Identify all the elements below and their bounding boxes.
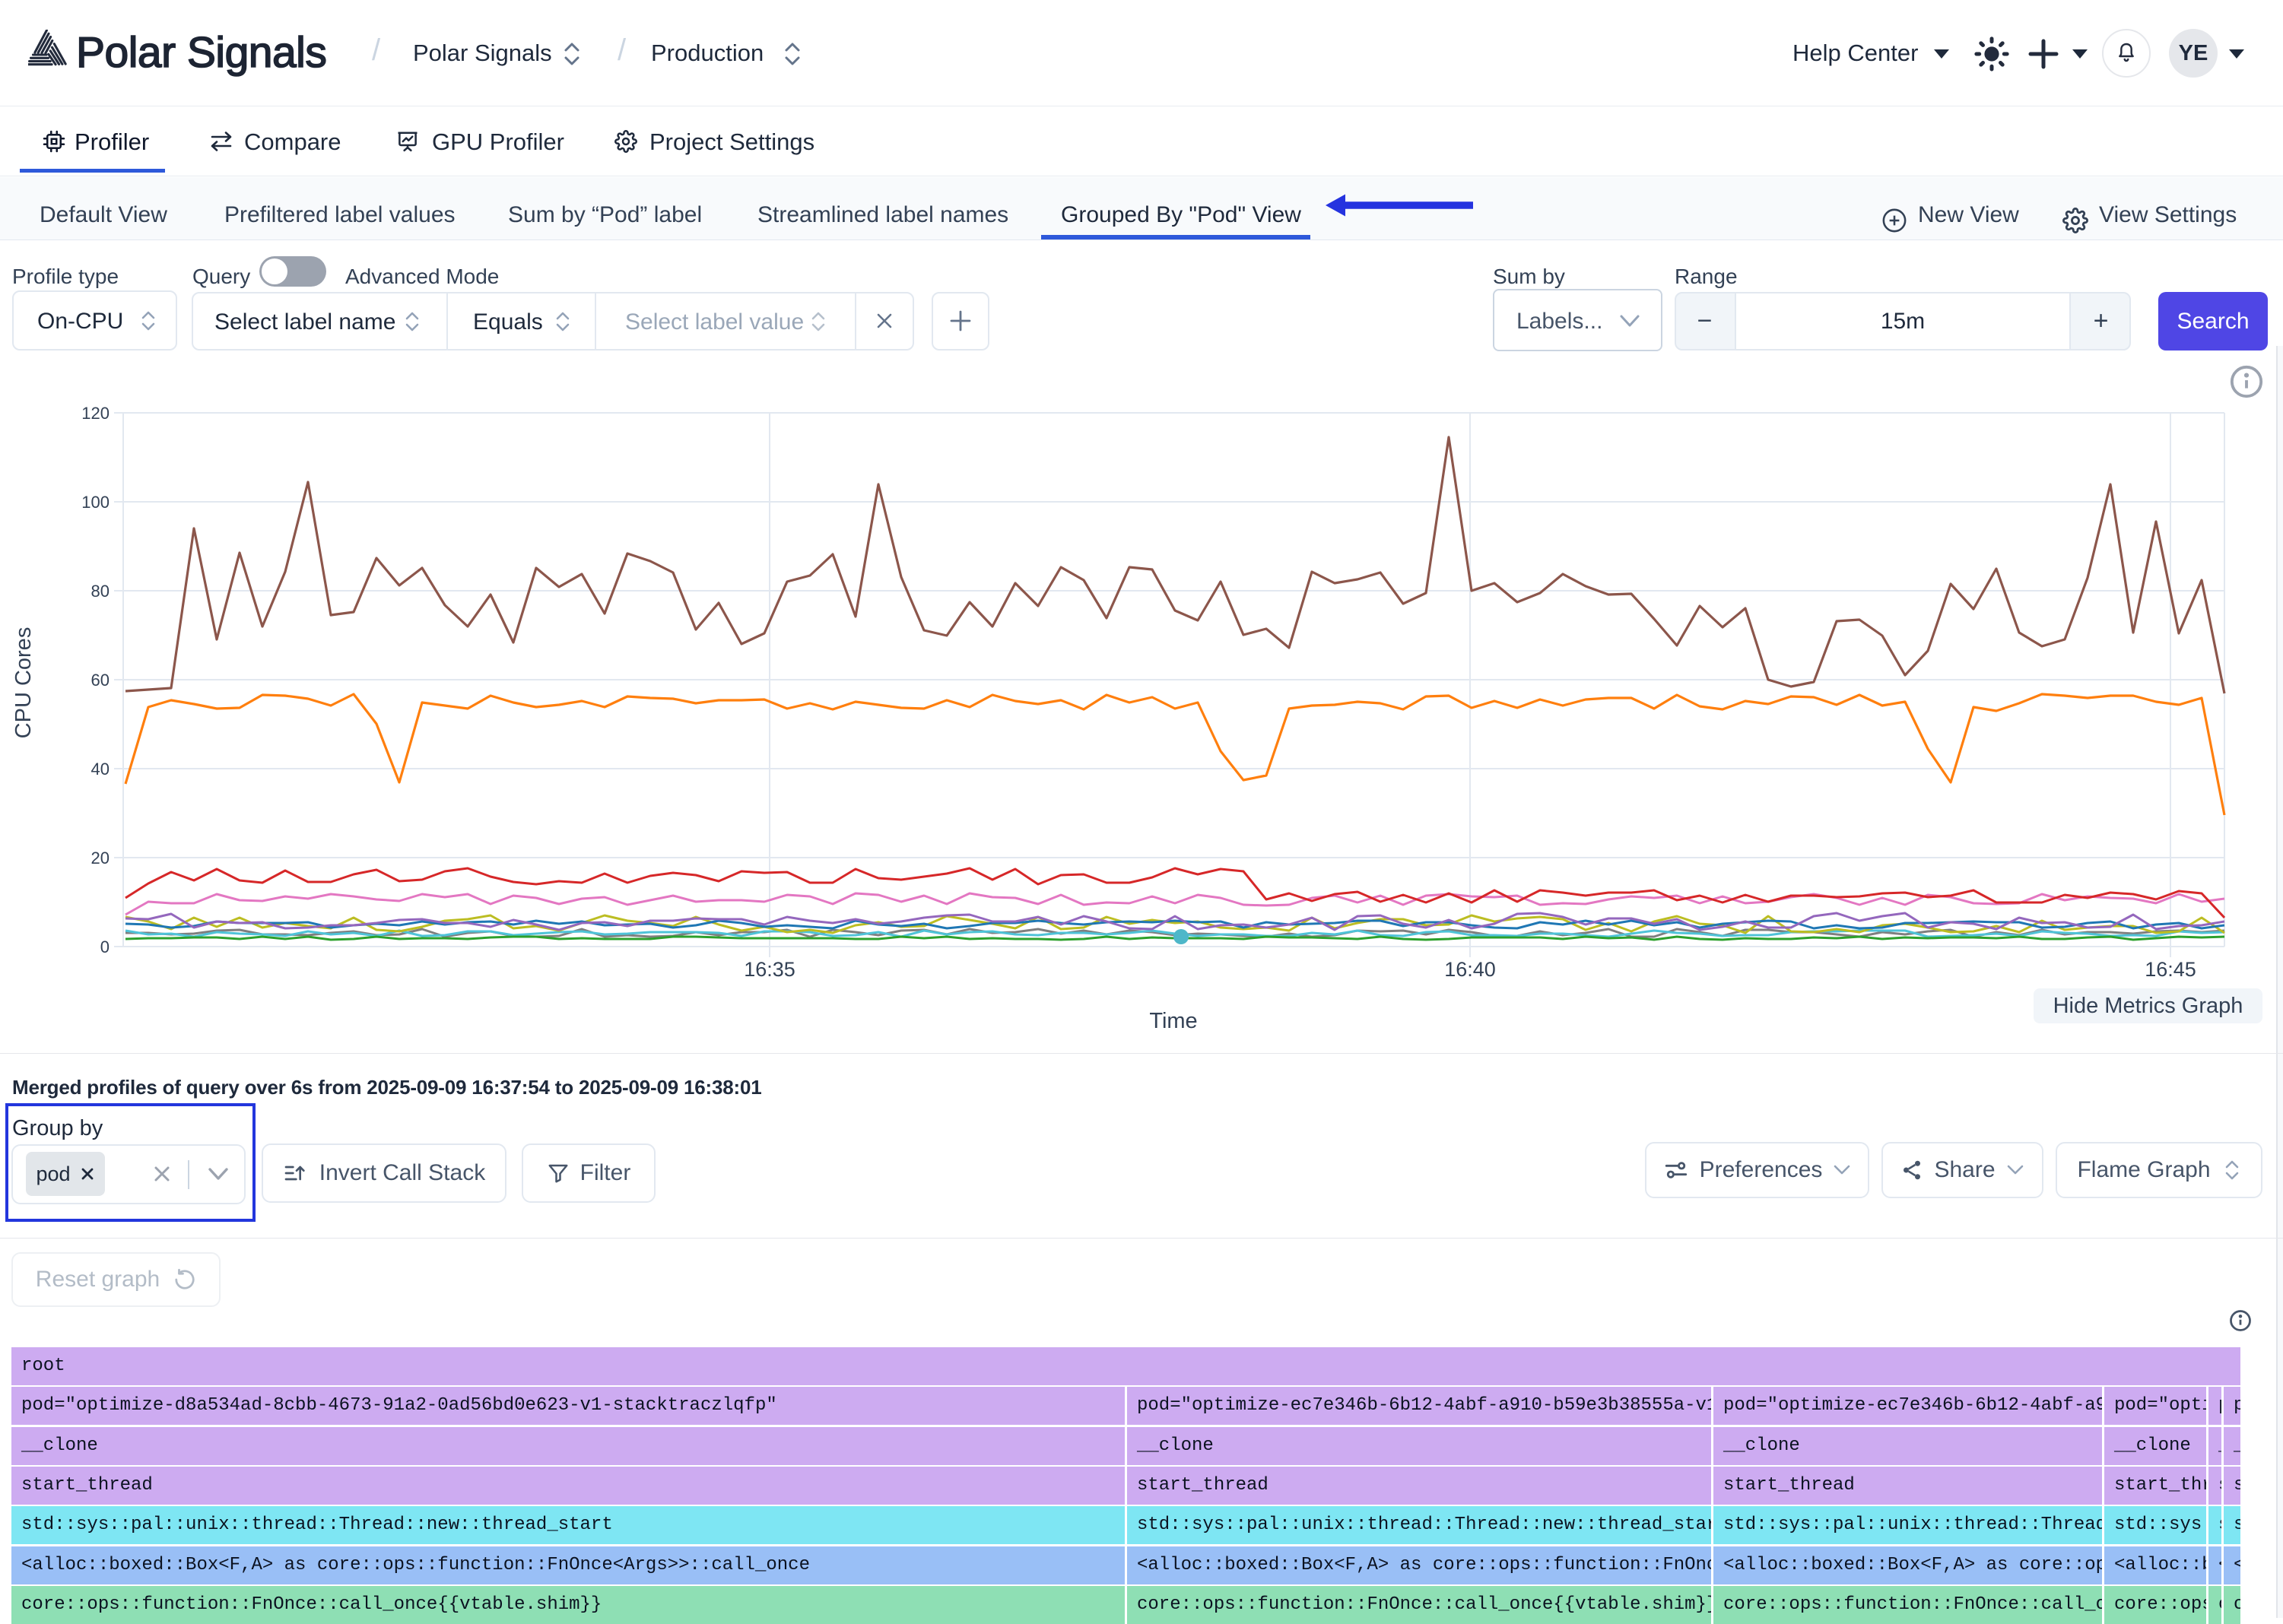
svg-text:CPU Cores: CPU Cores	[11, 627, 36, 739]
svg-text:60: 60	[91, 671, 110, 690]
svg-text:80: 80	[91, 582, 110, 601]
svg-text:16:40: 16:40	[1444, 958, 1496, 981]
svg-text:40: 40	[91, 760, 110, 779]
svg-text:0: 0	[100, 937, 110, 956]
svg-text:16:35: 16:35	[744, 958, 795, 981]
svg-text:120: 120	[81, 404, 110, 423]
svg-text:Time: Time	[1149, 1009, 1197, 1033]
svg-text:20: 20	[91, 848, 110, 868]
svg-text:100: 100	[81, 493, 110, 512]
svg-text:16:45: 16:45	[2145, 958, 2196, 981]
